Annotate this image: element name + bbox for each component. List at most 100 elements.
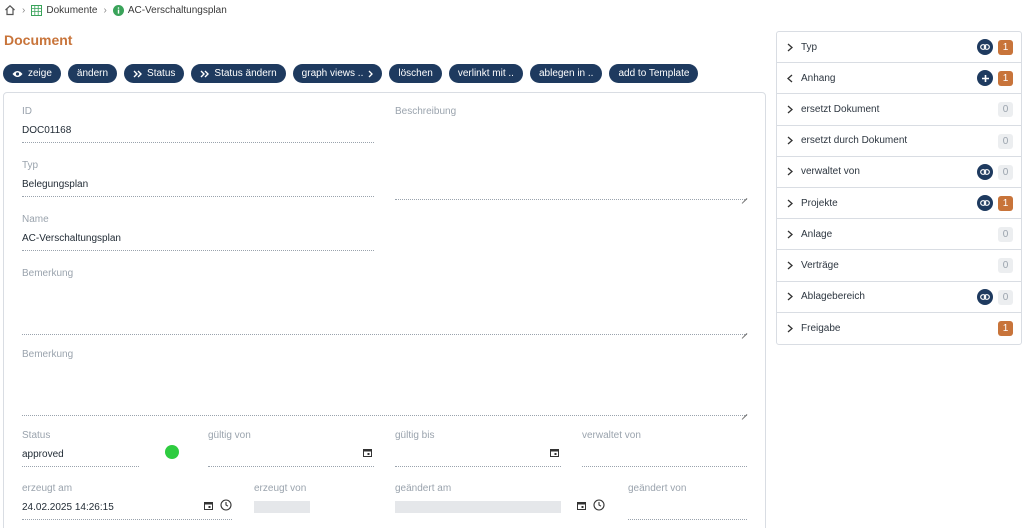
calendar-icon[interactable] [204, 501, 213, 513]
modified-at-placeholder [395, 501, 561, 513]
double-chevron-right-icon [200, 70, 210, 78]
delete-button[interactable]: löschen [389, 64, 442, 83]
relation-label: Ablagebereich [801, 291, 865, 303]
chevron-right-icon: › [22, 4, 26, 16]
chevron-right-icon [787, 105, 799, 114]
calendar-icon[interactable] [577, 501, 586, 513]
relation-item-vertraege[interactable]: Verträge 0 [777, 250, 1021, 282]
relation-label: Typ [801, 41, 818, 53]
edit-button[interactable]: ändern [67, 64, 118, 83]
breadcrumb-item-current: AC-Verschaltungsplan [112, 4, 227, 16]
relation-label: Anhang [801, 72, 836, 84]
relation-item-anlage[interactable]: Anlage 0 [777, 219, 1021, 251]
remark-field-2[interactable]: Bemerkung [22, 349, 747, 416]
name-field[interactable]: Name AC-Verschaltungsplan [22, 214, 374, 251]
created-at-field[interactable]: erzeugt am 24.02.2025 14:26:15 [22, 483, 232, 520]
resize-handle-icon[interactable] [741, 193, 747, 199]
status-value: approved [22, 449, 64, 460]
count-badge: 0 [998, 227, 1013, 243]
chevron-right-icon [787, 199, 799, 208]
id-field[interactable]: ID DOC01168 [22, 106, 374, 143]
table-icon [31, 4, 43, 16]
relation-label: Anlage [801, 228, 833, 240]
chevron-right-icon [787, 167, 799, 176]
chevron-right-icon [787, 43, 799, 52]
relation-item-typ[interactable]: Typ 1 [777, 32, 1021, 64]
link-icon[interactable] [977, 194, 993, 211]
change-status-button[interactable]: Status ändern [191, 64, 286, 83]
home-icon[interactable] [4, 4, 16, 16]
relation-item-ersetzt-durch-dokument[interactable]: ersetzt durch Dokument 0 [777, 126, 1021, 157]
name-value: AC-Verschaltungsplan [22, 233, 121, 244]
resize-handle-icon[interactable] [741, 409, 747, 415]
created-by-field[interactable]: erzeugt von [254, 483, 374, 520]
remark-field-1[interactable]: Bemerkung [22, 268, 747, 335]
add-to-template-button[interactable]: add to Template [609, 64, 699, 83]
valid-from-label: gültig von [208, 430, 251, 441]
file-in-button[interactable]: ablegen in .. [529, 64, 603, 83]
link-icon[interactable] [977, 288, 993, 305]
count-badge: 0 [998, 258, 1013, 274]
relation-label: ersetzt Dokument [801, 103, 880, 115]
calendar-icon[interactable] [363, 448, 372, 460]
relation-label: Projekte [801, 197, 838, 209]
relation-item-freigabe[interactable]: Freigabe 1 [777, 313, 1021, 344]
chevron-right-icon [368, 70, 374, 78]
linked-with-button-label: verlinkt mit .. [457, 68, 514, 79]
status-label: Status [22, 430, 51, 441]
change-status-button-label: Status ändern [214, 68, 277, 79]
managed-by-label: verwaltet von [582, 430, 641, 441]
page-title: Document [4, 32, 73, 48]
link-icon[interactable] [977, 39, 993, 55]
valid-to-label: gültig bis [395, 430, 435, 441]
created-by-label: erzeugt von [254, 483, 307, 494]
edit-button-label: ändern [76, 68, 109, 79]
relation-item-ersetzt-dokument[interactable]: ersetzt Dokument 0 [777, 94, 1021, 126]
plus-icon[interactable] [977, 70, 993, 87]
id-label: ID [22, 106, 32, 117]
status-button[interactable]: Status [124, 64, 185, 83]
type-field[interactable]: Typ Belegungsplan [22, 160, 374, 197]
created-at-label: erzeugt am [22, 483, 73, 494]
count-badge: 0 [998, 102, 1013, 118]
link-icon[interactable] [977, 163, 993, 180]
breadcrumb-item-dokumente[interactable]: Dokumente [31, 4, 98, 16]
status-field[interactable]: Status approved [22, 430, 139, 467]
linked-with-button[interactable]: verlinkt mit .. [448, 64, 523, 83]
count-badge: 0 [998, 133, 1013, 149]
id-value: DOC01168 [22, 125, 72, 136]
relation-label: Freigabe [801, 322, 841, 334]
relation-item-projekte[interactable]: Projekte 1 [777, 188, 1021, 220]
type-value: Belegungsplan [22, 179, 89, 190]
clock-icon[interactable] [220, 499, 232, 514]
valid-to-field[interactable]: gültig bis [395, 430, 561, 467]
count-badge: 0 [998, 164, 1013, 180]
clock-icon[interactable] [593, 499, 605, 514]
status-button-label: Status [147, 68, 176, 79]
created-by-placeholder [254, 501, 310, 513]
breadcrumb: › Dokumente › AC-Verschaltungsplan [4, 3, 227, 17]
relation-item-verwaltet-von[interactable]: verwaltet von 0 [777, 157, 1021, 188]
resize-handle-icon[interactable] [741, 328, 747, 334]
managed-by-field[interactable]: verwaltet von [582, 430, 747, 467]
description-field[interactable]: Beschreibung [395, 106, 747, 200]
graph-views-button[interactable]: graph views .. [292, 64, 383, 83]
modified-by-field[interactable]: geändert von [628, 483, 747, 520]
status-indicator [165, 445, 179, 459]
delete-button-label: löschen [398, 68, 433, 79]
modified-at-field[interactable]: geändert am [395, 483, 605, 520]
toolbar: zeige ändern Status Status ändern graph … [3, 64, 699, 83]
breadcrumb-label: AC-Verschaltungsplan [127, 4, 227, 16]
count-badge: 1 [998, 40, 1013, 55]
double-chevron-right-icon [133, 70, 143, 78]
modified-at-label: geändert am [395, 483, 452, 494]
relation-item-anhang[interactable]: Anhang 1 [777, 63, 1021, 95]
show-button[interactable]: zeige [3, 64, 61, 83]
calendar-icon[interactable] [550, 448, 559, 460]
relation-item-ablagebereich[interactable]: Ablagebereich 0 [777, 282, 1021, 313]
count-badge: 1 [998, 71, 1013, 87]
breadcrumb-label: Dokumente [46, 4, 98, 16]
chevron-right-icon [787, 292, 799, 301]
valid-from-field[interactable]: gültig von [208, 430, 374, 467]
name-label: Name [22, 214, 49, 225]
